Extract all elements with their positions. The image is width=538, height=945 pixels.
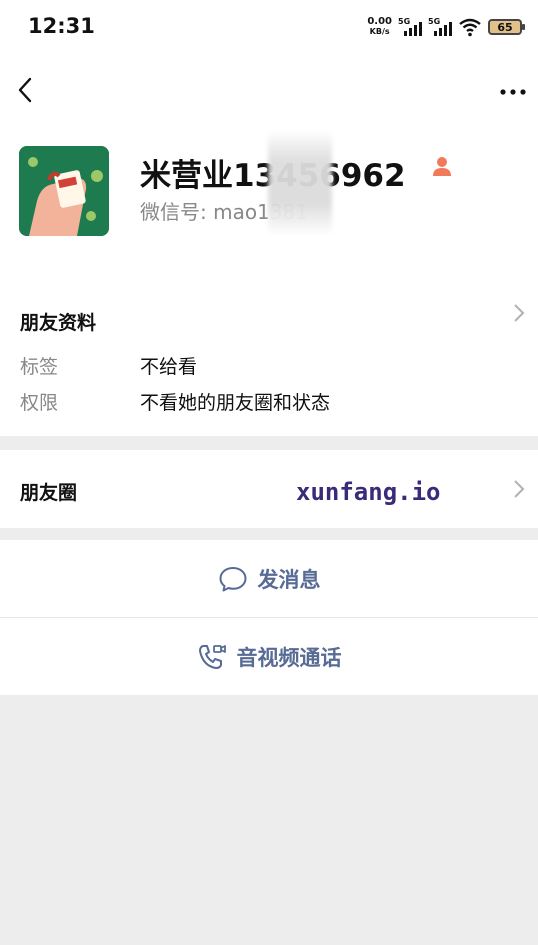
- back-arrow-icon[interactable]: [14, 75, 38, 105]
- actions-section: 发消息 音视频通话: [0, 540, 538, 695]
- send-message-button[interactable]: 发消息: [0, 540, 538, 617]
- top-bar: [0, 55, 538, 130]
- video-call-label: 音视频通话: [236, 645, 342, 670]
- chat-bubble-icon: [219, 566, 246, 591]
- friend-info-section[interactable]: 朋友资料 标签 不给看 权限 不看她的朋友圈和状态: [0, 278, 538, 436]
- status-time: 12:31: [28, 14, 95, 38]
- watermark: xunfang.io: [296, 478, 441, 506]
- cell-signal-icon: 5G: [398, 17, 422, 37]
- battery-icon: 65: [488, 19, 525, 35]
- chevron-right-icon: [514, 480, 525, 498]
- permission-label: 权限: [20, 392, 59, 414]
- permission-value: 不看她的朋友圈和状态: [140, 392, 331, 414]
- send-message-label: 发消息: [257, 567, 321, 592]
- wifi-icon: [459, 18, 481, 37]
- avatar[interactable]: [19, 146, 109, 236]
- status-bar: 12:31 0.00 KB/s 5G 5G 65: [0, 0, 538, 55]
- friend-info-title: 朋友资料: [20, 312, 97, 334]
- phone-video-icon: [198, 644, 226, 669]
- profile-header: 米营业13456962 微信号: mao1381: [0, 130, 538, 278]
- privacy-blur: [268, 130, 332, 235]
- video-call-button[interactable]: 音视频通话: [0, 618, 538, 695]
- moments-row[interactable]: 朋友圈 xunfang.io: [0, 450, 538, 528]
- female-person-icon: [433, 157, 451, 176]
- chevron-right-icon: [514, 304, 525, 322]
- moments-title: 朋友圈: [20, 482, 78, 504]
- cell-signal-icon: 5G: [428, 17, 452, 37]
- tag-label: 标签: [20, 356, 59, 378]
- net-speed-value: 0.00: [367, 16, 392, 27]
- net-speed: 0.00 KB/s: [367, 17, 392, 37]
- status-icons: 0.00 KB/s 5G 5G 65: [367, 14, 525, 40]
- tag-value: 不给看: [140, 356, 198, 378]
- more-options-icon[interactable]: [498, 77, 528, 107]
- net-speed-unit: KB/s: [369, 27, 390, 36]
